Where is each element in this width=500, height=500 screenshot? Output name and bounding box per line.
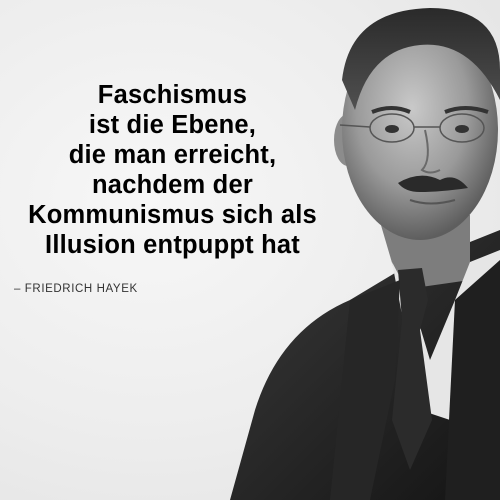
quote-author: – FRIEDRICH HAYEK [14,283,138,295]
quote-line: Faschismus [97,81,248,109]
eye-right [455,125,469,133]
quote-text: Faschismus ist die Ebene, die man erreic… [0,80,345,260]
quote-line: nachdem der [92,171,253,199]
quote-line: Kommunismus sich als [28,201,317,229]
quote-card: Faschismus ist die Ebene, die man erreic… [0,0,500,500]
quote-line: Illusion entpuppt hat [45,231,300,259]
quote-line: ist die Ebene, [88,111,257,139]
eye-left [385,125,399,133]
quote-line: die man erreicht, [68,141,277,169]
